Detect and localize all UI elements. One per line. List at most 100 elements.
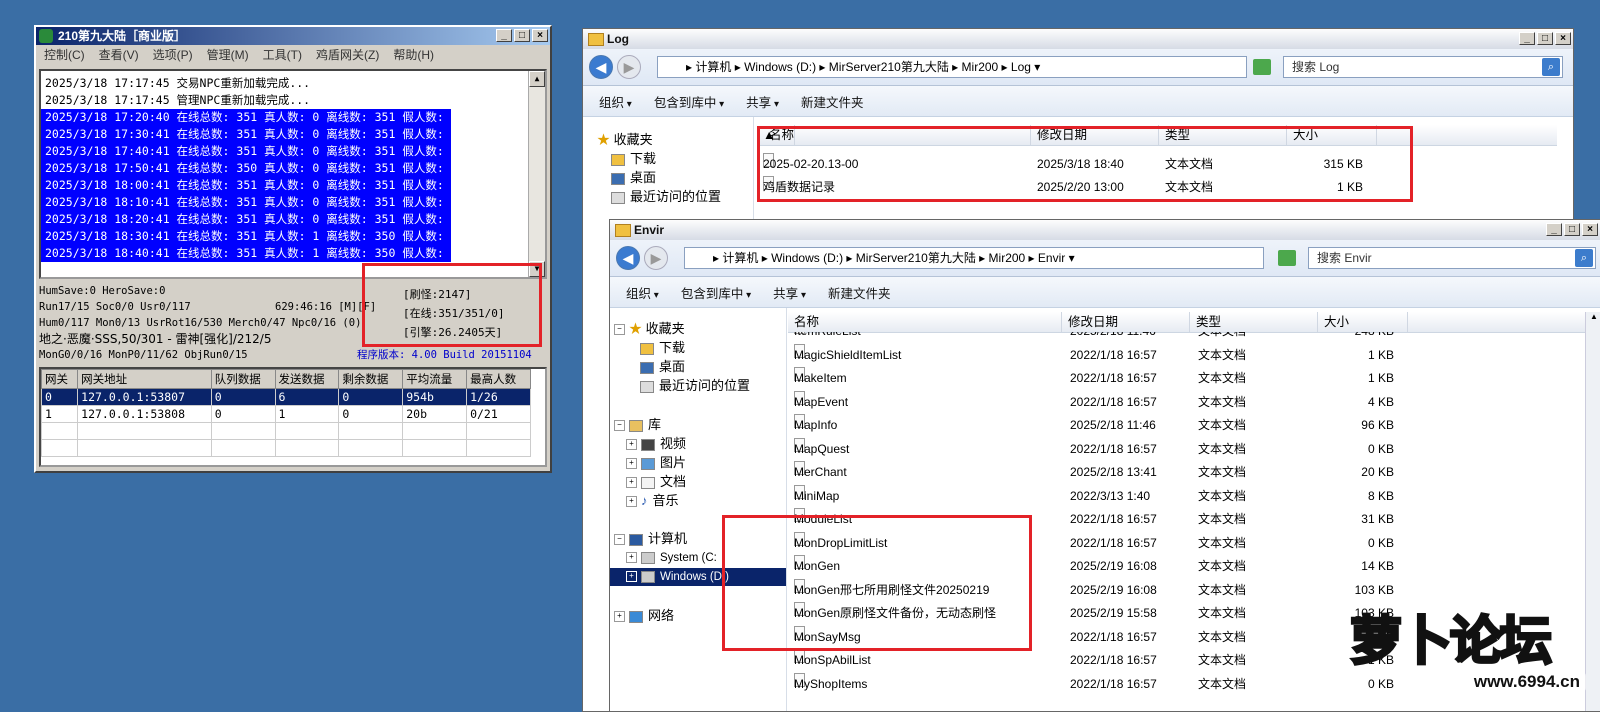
scroll-up-arrow[interactable]: ▲ [1586,312,1600,321]
share-button[interactable]: 共享 [746,92,779,111]
nav-favorites[interactable]: ★ 收藏夹 [597,131,653,149]
minimize-button[interactable]: _ [1519,32,1535,45]
col-name[interactable]: 名称 [788,312,1062,332]
file-row[interactable]: MonGen原刷怪文件备份，无动态刷怪 2025/2/19 15:58 文本文档 10… [788,602,1408,625]
nav-drive-d[interactable]: + Windows (D:) [610,568,786,586]
file-row[interactable]: MerChant 2025/2/18 13:41 文本文档 20 KB [788,461,1408,484]
menu-control[interactable]: 控制(C) [44,45,85,65]
col-gateway[interactable]: 网关 [41,369,79,389]
file-row[interactable]: MapEvent 2022/1/18 16:57 文本文档 4 KB [788,390,1408,414]
col-type[interactable]: 类型 [1159,125,1287,145]
log-search-input[interactable]: 搜索 Log ⌕ [1283,56,1563,78]
nav-desktop[interactable]: 桌面 [640,358,685,376]
col-remaining[interactable]: 剩余数据 [338,369,404,389]
search-icon[interactable]: ⌕ [1575,249,1593,267]
col-date[interactable]: 修改日期 [1031,125,1159,145]
menu-manage[interactable]: 管理(M) [207,45,249,65]
menu-help[interactable]: 帮助(H) [393,45,434,65]
file-row[interactable]: MonDropLimitList 2022/1/18 16:57 文本文档 0 KB [788,531,1408,555]
log-titlebar[interactable]: Log _ □ × [583,29,1573,49]
nav-network[interactable]: + 网络 [614,607,674,625]
col-date[interactable]: 修改日期 [1062,312,1190,332]
col-max-users[interactable]: 最高人数 [466,369,531,389]
envir-search-input[interactable]: 搜索 Envir ⌕ [1308,247,1596,269]
minimize-button[interactable]: _ [496,29,512,42]
crumb[interactable]: Windows (D:) [744,60,816,74]
col-queue[interactable]: 队列数据 [210,369,276,389]
col-size[interactable]: 大小 [1318,312,1408,332]
nav-drive-c[interactable]: + System (C: [626,549,717,567]
crumb[interactable]: MirServer210第九大陆 [856,251,976,265]
nav-documents[interactable]: + 文档 [626,473,686,491]
file-row[interactable]: MapQuest 2022/1/18 16:57 文本文档 0 KB [788,437,1408,461]
col-sent[interactable]: 发送数据 [274,369,340,389]
crumb[interactable]: Log [1011,60,1031,74]
crumb[interactable]: Mir200 [962,60,999,74]
file-row[interactable]: MiniMap 2022/3/13 1:40 文本文档 8 KB [788,484,1408,508]
file-row[interactable]: MagicShieldItemList 2022/1/18 16:57 文本文档 1 … [788,343,1408,367]
share-button[interactable]: 共享 [773,283,806,302]
nav-computer[interactable]: − 计算机 [614,530,687,548]
crumb[interactable]: Mir200 [989,251,1026,265]
nav-downloads[interactable]: 下载 [640,339,685,357]
maximize-button[interactable]: □ [1564,223,1580,236]
new-folder-button[interactable]: 新建文件夹 [828,283,891,302]
table-row[interactable]: 0 127.0.0.1:53807 0 6 0 954b 1/26 [41,388,531,406]
file-row[interactable]: MonSayMsg 2022/1/18 16:57 文本文档 2 KB [788,625,1408,649]
file-row[interactable]: MapInfo 2025/2/18 11:46 文本文档 96 KB [788,414,1408,437]
file-row[interactable]: ModuleList 2022/1/18 16:57 文本文档 31 KB [788,508,1408,531]
close-button[interactable]: × [1582,223,1598,236]
envir-titlebar[interactable]: Envir _ □ × [610,220,1600,240]
nav-downloads[interactable]: 下载 [611,150,656,168]
maximize-button[interactable]: □ [1537,32,1553,45]
menu-view[interactable]: 查看(V) [99,45,139,65]
crumb[interactable]: MirServer210第九大陆 [829,60,949,74]
file-row[interactable]: MonSpAbilList 2022/1/18 16:57 文本文档 1 KB [788,649,1408,672]
log-address-bar[interactable]: ▸ 计算机 ▸ Windows (D:) ▸ MirServer210第九大陆 … [657,56,1247,78]
nav-recent[interactable]: 最近访问的位置 [640,377,750,395]
back-arrow-icon[interactable]: ◀ [589,55,613,79]
crumb[interactable]: 计算机 [722,251,758,265]
forward-arrow-icon[interactable]: ▶ [617,55,641,79]
maximize-button[interactable]: □ [514,29,530,42]
scroll-down-arrow[interactable]: ▼ [529,261,545,277]
table-row[interactable]: 1 127.0.0.1:53808 0 1 0 20b 0/21 [41,405,531,423]
col-name[interactable]: 名称 ▲ [757,125,1031,145]
envir-address-bar[interactable]: ▸ 计算机 ▸ Windows (D:) ▸ MirServer210第九大陆 … [684,247,1264,269]
col-type[interactable]: 类型 [1190,312,1318,332]
menu-gateway[interactable]: 鸡盾网关(Z) [316,45,379,65]
log-area[interactable]: 2025/3/18 17:17:45 交易NPC重新加载完成... 2025/3… [39,69,547,279]
file-row[interactable]: MakeItem 2022/1/18 16:57 文本文档 1 KB [788,367,1408,390]
include-library-button[interactable]: 包含到库中 [654,92,724,111]
new-folder-button[interactable]: 新建文件夹 [801,92,864,111]
file-row[interactable]: MonGen 2025/2/19 16:08 文本文档 14 KB [788,555,1408,578]
menu-options[interactable]: 选项(P) [153,45,193,65]
organize-button[interactable]: 组织 [626,283,659,302]
file-row[interactable]: MonGen邢七所用刷怪文件20250219 2025/2/19 16:08 文本文… [788,578,1408,602]
nav-favorites[interactable]: − ★ 收藏夹 [614,320,685,338]
nav-pictures[interactable]: + 图片 [626,454,686,472]
close-button[interactable]: × [1555,32,1571,45]
nav-desktop[interactable]: 桌面 [611,169,656,187]
file-row[interactable]: 鸡盾数据记录 2025/2/20 13:00 文本文档 1 KB [763,176,1383,199]
back-arrow-icon[interactable]: ◀ [616,246,640,270]
envir-scrollbar[interactable]: ▲ [1585,312,1600,711]
refresh-icon[interactable] [1278,250,1296,266]
file-row[interactable]: MyShopItems 2022/1/18 16:57 文本文档 0 KB [788,672,1408,696]
close-button[interactable]: × [532,29,548,42]
file-row[interactable]: ItemRuleList 2025/2/18 11:46 文本文档 248 KB [788,332,1408,343]
nav-music[interactable]: + ♪ 音乐 [626,492,679,510]
menu-tools[interactable]: 工具(T) [263,45,302,65]
minimize-button[interactable]: _ [1546,223,1562,236]
organize-button[interactable]: 组织 [599,92,632,111]
crumb[interactable]: Windows (D:) [771,251,843,265]
include-library-button[interactable]: 包含到库中 [681,283,751,302]
nav-recent[interactable]: 最近访问的位置 [611,188,721,206]
file-row[interactable]: 2025-02-20.13-00 2025/3/18 18:40 文本文档 31… [763,153,1383,176]
search-icon[interactable]: ⌕ [1542,58,1560,76]
server-titlebar[interactable]: 210第九大陆［商业版］ _ □ × [36,27,550,45]
col-size[interactable]: 大小 [1287,125,1377,145]
nav-videos[interactable]: + 视频 [626,435,686,453]
log-scrollbar[interactable]: ▲ ▼ [528,71,545,277]
nav-libraries[interactable]: − 库 [614,416,661,434]
